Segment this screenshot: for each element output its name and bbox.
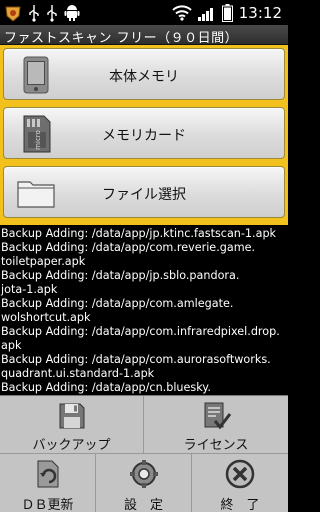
db-refresh-icon bbox=[32, 458, 64, 490]
backup-log[interactable]: Backup Adding: /data/app/jp.ktinc.fastsc… bbox=[0, 225, 288, 395]
license-check-icon bbox=[200, 400, 232, 432]
close-icon bbox=[224, 458, 256, 490]
log-line: apk bbox=[1, 339, 22, 352]
status-time: 13:12 bbox=[238, 3, 282, 22]
menu-backup-label: バックアップ bbox=[32, 438, 111, 453]
log-line: Backup Adding: /data/app/jp.sblo.pandora… bbox=[1, 269, 240, 282]
menu-license[interactable]: ライセンス bbox=[144, 396, 288, 454]
log-line: Backup Adding: /data/app/cn.bluesky. bbox=[1, 381, 211, 394]
menu-backup[interactable]: バックアップ bbox=[0, 396, 144, 454]
save-icon bbox=[56, 400, 88, 432]
menu-db-update[interactable]: ＤＢ更新 bbox=[0, 454, 96, 512]
menu-exit[interactable]: 終 了 bbox=[192, 454, 288, 512]
log-line: Backup Adding: /data/app/com.infraredpix… bbox=[1, 325, 280, 338]
menu-exit-label: 終 了 bbox=[220, 498, 260, 512]
file-select-button[interactable]: ファイル選択 bbox=[3, 166, 285, 218]
log-line: jota-1.apk bbox=[1, 283, 58, 296]
gear-icon bbox=[128, 458, 160, 490]
log-line: Backup Adding: /data/app/com.aurorasoftw… bbox=[1, 353, 271, 366]
log-line: Backup Adding: /data/app/com.amlegate. bbox=[1, 297, 234, 310]
wifi-icon bbox=[172, 4, 192, 21]
usb-icon bbox=[46, 4, 58, 22]
android-icon bbox=[64, 4, 80, 22]
battery-icon bbox=[221, 3, 233, 22]
source-button-panel: 本体メモリ micro メモリカード ファイル選択 bbox=[0, 45, 288, 225]
internal-memory-label: 本体メモリ bbox=[109, 69, 179, 85]
options-menu: バックアップ ライセンス ＤＢ更新 設 定 終 了 bbox=[0, 395, 288, 512]
memory-card-button[interactable]: micro メモリカード bbox=[3, 107, 285, 159]
file-select-label: ファイル選択 bbox=[102, 187, 186, 203]
status-bar: 13:12 bbox=[0, 0, 288, 25]
app-badge-icon bbox=[4, 4, 22, 22]
log-line: Backup Adding: /data/app/com.reverie.gam… bbox=[1, 241, 256, 254]
log-line: Backup Adding: /data/app/jp.ktinc.fastsc… bbox=[1, 227, 277, 240]
log-line: toiletpaper.apk bbox=[1, 255, 86, 268]
menu-license-label: ライセンス bbox=[183, 438, 249, 453]
internal-memory-button[interactable]: 本体メモリ bbox=[3, 48, 285, 100]
memory-card-label: メモリカード bbox=[102, 128, 186, 144]
app-title: ファストスキャン フリー（９０日間） bbox=[4, 31, 239, 46]
menu-settings[interactable]: 設 定 bbox=[96, 454, 192, 512]
signal-icon bbox=[197, 5, 216, 21]
log-line: quadrant.ui.standard-1.apk bbox=[1, 367, 155, 380]
menu-settings-label: 設 定 bbox=[123, 498, 163, 512]
log-line: wolshortcut.apk bbox=[1, 311, 91, 324]
title-bar: ファストスキャン フリー（９０日間） bbox=[0, 25, 288, 46]
usb-icon bbox=[28, 4, 40, 22]
menu-db-update-label: ＤＢ更新 bbox=[21, 498, 74, 512]
